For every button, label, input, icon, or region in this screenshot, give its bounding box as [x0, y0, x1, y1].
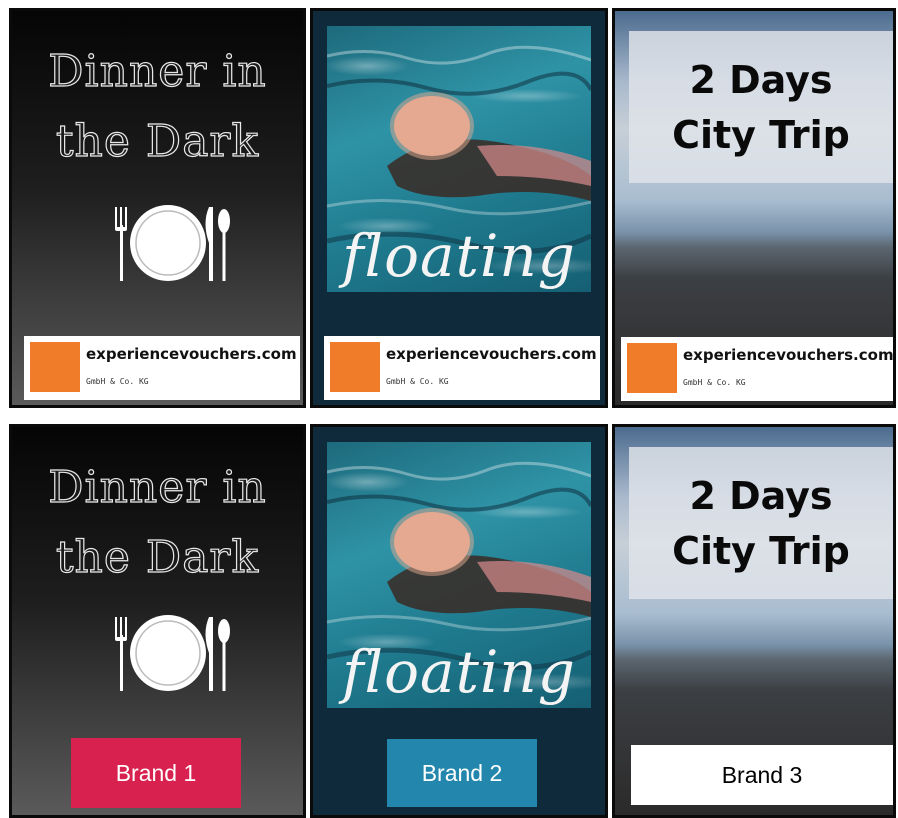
brand-2-button[interactable]: Brand 2 [387, 739, 537, 807]
logo-square [30, 342, 80, 392]
brand-1-button[interactable]: Brand 1 [71, 738, 241, 808]
logo-name: experiencevouchers.com [86, 345, 297, 363]
logo-subtitle: GmbH & Co. KG [386, 377, 449, 386]
floating-title: floating [342, 638, 576, 706]
city-title-box: 2 Days City Trip [629, 31, 893, 183]
logo-subtitle: GmbH & Co. KG [683, 378, 746, 387]
pool-photo: floating [327, 26, 591, 292]
generic-logo: experiencevouchers.com GmbH & Co. KG [24, 336, 300, 400]
logo-name: experiencevouchers.com [386, 345, 597, 363]
logo-subtitle: GmbH & Co. KG [86, 377, 149, 386]
voucher-card-dinner-brand1[interactable]: Dinner in the Dark Brand 1 [9, 424, 306, 818]
voucher-card-floating-generic[interactable]: floating experiencevouchers.com GmbH & C… [310, 8, 608, 408]
city-title: 2 Days City Trip [672, 58, 850, 157]
voucher-card-city-brand3[interactable]: 2 Days City Trip Brand 3 [612, 424, 896, 818]
voucher-card-city-generic[interactable]: 2 Days City Trip experiencevouchers.com … [612, 8, 896, 408]
generic-logo: experiencevouchers.com GmbH & Co. KG [324, 336, 600, 400]
voucher-card-dinner-generic[interactable]: Dinner in the Dark experiencevouchers.co… [9, 8, 306, 408]
brand-3-button[interactable]: Brand 3 [631, 745, 893, 805]
logo-square [330, 342, 380, 392]
pool-photo: floating [327, 442, 591, 708]
floating-title: floating [342, 222, 576, 290]
plate-cutlery-icon [115, 615, 230, 691]
plate-cutlery-icon [115, 205, 230, 281]
voucher-card-floating-brand2[interactable]: floating Brand 2 [310, 424, 608, 818]
logo-square [627, 343, 677, 393]
generic-logo: experiencevouchers.com GmbH & Co. KG [621, 337, 894, 401]
city-title: 2 Days City Trip [672, 474, 850, 573]
logo-name: experiencevouchers.com [683, 346, 894, 364]
dinner-title: Dinner in the Dark [48, 45, 267, 167]
city-title-box: 2 Days City Trip [629, 447, 893, 599]
dinner-title: Dinner in the Dark [48, 461, 267, 583]
